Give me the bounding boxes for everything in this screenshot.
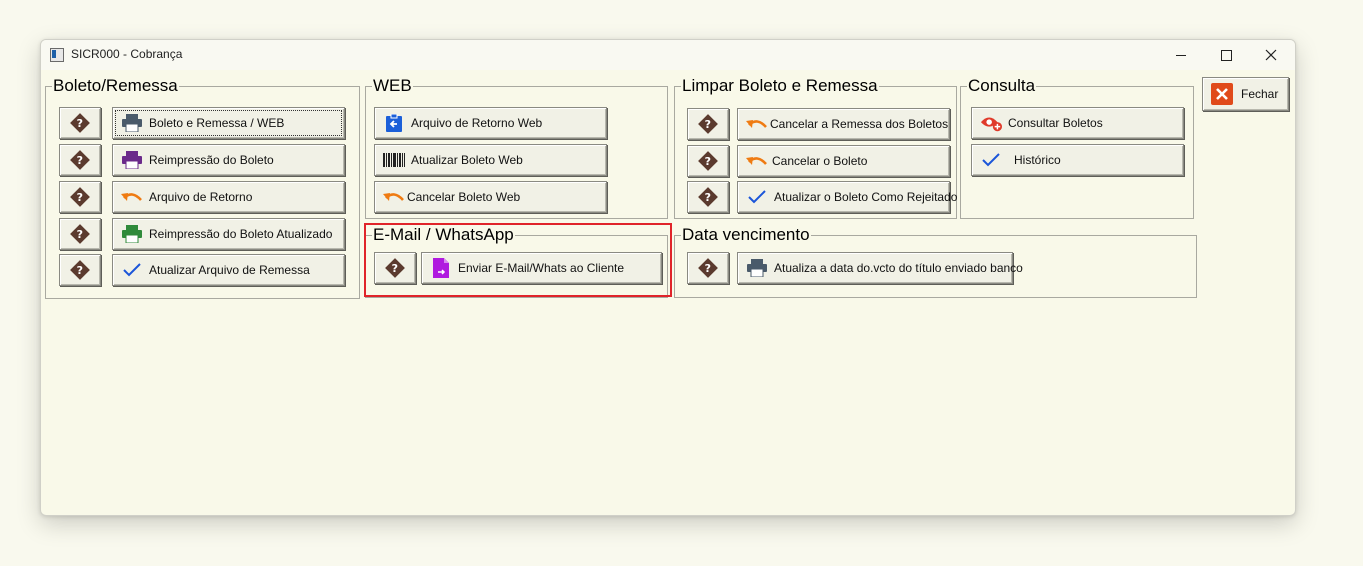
cancelar-remessa-boletos-button[interactable]: Cancelar a Remessa dos Boletos [737, 108, 950, 140]
title-bar: SICR000 - Cobrança [41, 40, 1295, 70]
undo-arrow-icon [746, 113, 768, 135]
help-icon: ? [70, 113, 90, 133]
close-icon [1265, 49, 1277, 61]
consultar-boletos-button[interactable]: Consultar Boletos [971, 107, 1184, 139]
minimize-icon [1176, 54, 1186, 56]
reimpressao-boleto-button[interactable]: Reimpressão do Boleto [112, 144, 345, 176]
help-button[interactable]: ? [687, 181, 729, 213]
checkmark-icon [121, 259, 143, 281]
help-icon: ? [698, 151, 718, 171]
enviar-email-whats-button[interactable]: Enviar E-Mail/Whats ao Cliente [421, 252, 662, 284]
cancelar-boleto-web-button[interactable]: Cancelar Boleto Web [374, 181, 607, 213]
help-icon: ? [70, 260, 90, 280]
barcode-icon [383, 149, 405, 171]
historico-button[interactable]: Histórico [971, 144, 1184, 176]
close-window-button[interactable] [1248, 40, 1294, 70]
help-icon: ? [70, 224, 90, 244]
group-title-web: WEB [373, 76, 412, 95]
group-title-data-vencimento: Data vencimento [682, 225, 810, 244]
group-title-email-whatsapp: E-Mail / WhatsApp [373, 225, 514, 244]
help-button[interactable]: ? [687, 108, 729, 140]
atualizar-arquivo-remessa-button[interactable]: Atualizar Arquivo de Remessa [112, 254, 345, 286]
help-icon: ? [70, 150, 90, 170]
help-button[interactable]: ? [59, 254, 101, 286]
printer-icon [121, 112, 143, 134]
window-title: SICR000 - Cobrança [71, 47, 183, 61]
help-icon: ? [698, 114, 718, 134]
arquivo-retorno-button[interactable]: Arquivo de Retorno [112, 181, 345, 213]
checkmark-icon [746, 186, 768, 208]
clipboard-arrow-icon [383, 112, 405, 134]
file-send-icon [430, 257, 452, 279]
printer-icon [121, 223, 143, 245]
cancelar-boleto-button[interactable]: Cancelar o Boleto [737, 145, 950, 177]
reimpressao-boleto-atualizado-button[interactable]: Reimpressão do Boleto Atualizado [112, 218, 345, 250]
close-x-icon [1211, 83, 1233, 105]
atualizar-boleto-web-button[interactable]: Atualizar Boleto Web [374, 144, 607, 176]
undo-arrow-icon [383, 186, 405, 208]
help-button[interactable]: ? [687, 252, 729, 284]
help-button[interactable]: ? [59, 107, 101, 139]
help-button[interactable]: ? [687, 145, 729, 177]
app-icon [50, 48, 64, 62]
group-title-limpar: Limpar Boleto e Remessa [682, 76, 878, 95]
printer-icon [746, 257, 768, 279]
help-icon: ? [698, 258, 718, 278]
main-window: SICR000 - Cobrança Boleto/Remessa ? ? ? … [40, 39, 1296, 516]
fechar-button[interactable]: Fechar [1202, 77, 1289, 111]
help-button[interactable]: ? [374, 252, 416, 284]
atualiza-data-vcto-button[interactable]: Atualiza a data do.vcto do título enviad… [737, 252, 1023, 284]
help-icon: ? [698, 187, 718, 207]
group-title-boleto-remessa: Boleto/Remessa [53, 76, 178, 95]
maximize-button[interactable] [1203, 40, 1249, 70]
undo-arrow-icon [121, 186, 143, 208]
help-icon: ? [385, 258, 405, 278]
help-button[interactable]: ? [59, 181, 101, 213]
atualizar-boleto-rejeitado-button[interactable]: Atualizar o Boleto Como Rejeitado [737, 181, 957, 213]
maximize-icon [1220, 49, 1232, 61]
arquivo-retorno-web-button[interactable]: Arquivo de Retorno Web [374, 107, 607, 139]
group-title-consulta: Consulta [968, 76, 1036, 95]
checkmark-icon [980, 149, 1002, 171]
help-button[interactable]: ? [59, 144, 101, 176]
eye-plus-icon [980, 112, 1002, 134]
help-button[interactable]: ? [59, 218, 101, 250]
boleto-remessa-web-button[interactable]: Boleto e Remessa / WEB [112, 107, 345, 139]
help-icon: ? [70, 187, 90, 207]
printer-icon [121, 149, 143, 171]
minimize-button[interactable] [1158, 40, 1204, 70]
undo-arrow-icon [746, 150, 768, 172]
